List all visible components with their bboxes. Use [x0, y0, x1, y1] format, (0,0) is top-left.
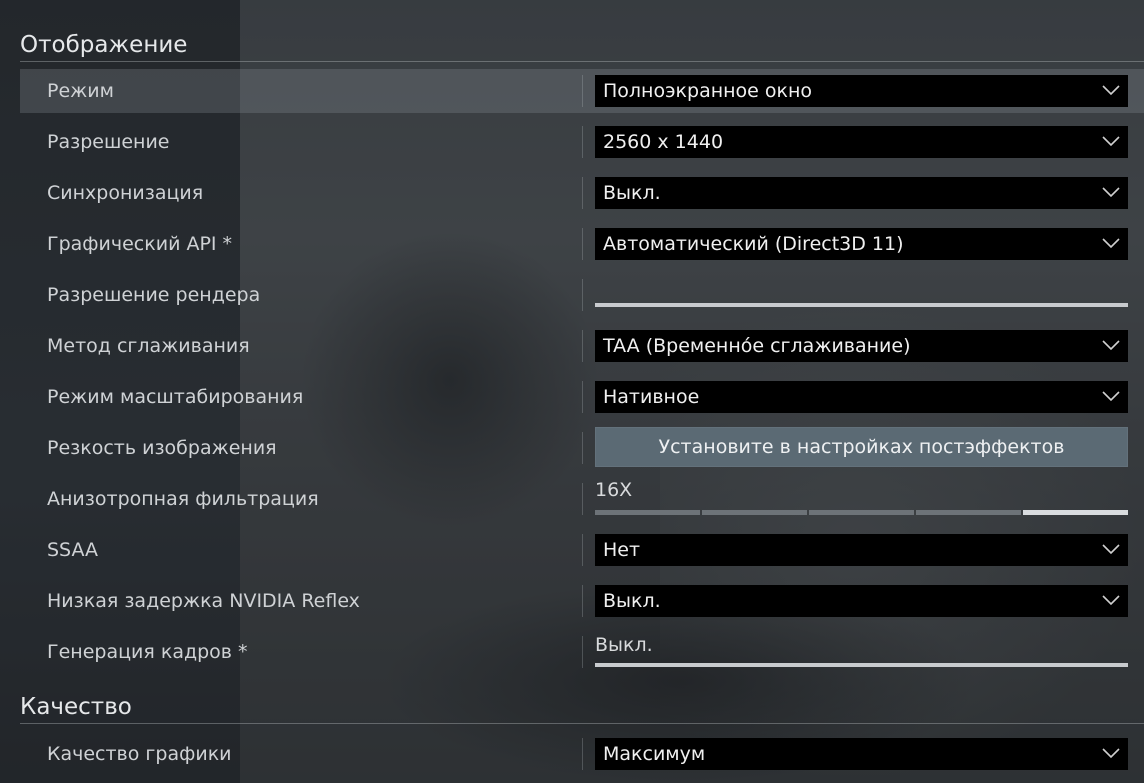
- setting-label-resolution: Разрешение: [47, 131, 170, 153]
- ssaa-dropdown[interactable]: Нет: [595, 534, 1128, 566]
- anisotropic-slider-step[interactable]: [809, 510, 914, 515]
- chevron-down-icon: [1102, 340, 1120, 351]
- setting-row-graphics-quality[interactable]: Качество графики Максимум: [20, 732, 1144, 776]
- column-divider: [582, 177, 583, 209]
- setting-label-antialiasing: Метод сглаживания: [47, 335, 250, 357]
- chevron-down-icon: [1102, 187, 1120, 198]
- section-title-display-text: Отображение: [20, 32, 188, 58]
- chevron-down-icon: [1102, 136, 1120, 147]
- setting-row-graphics-api[interactable]: Графический API * Автоматический (Direct…: [20, 222, 1144, 266]
- column-divider: [582, 126, 583, 158]
- setting-row-render-resolution[interactable]: Разрешение рендера: [20, 273, 1144, 317]
- render-resolution-slider[interactable]: [595, 303, 1128, 307]
- column-divider: [582, 381, 583, 413]
- resolution-dropdown-value: 2560 x 1440: [603, 131, 724, 153]
- column-divider: [582, 279, 583, 311]
- setting-row-frame-gen[interactable]: Генерация кадров * Выкл.: [20, 630, 1144, 674]
- scaling-mode-dropdown-value: Нативное: [603, 386, 700, 408]
- setting-row-reflex[interactable]: Низкая задержка NVIDIA Reflex Выкл.: [20, 579, 1144, 623]
- setting-row-resolution[interactable]: Разрешение 2560 x 1440: [20, 120, 1144, 164]
- mode-dropdown[interactable]: Полноэкранное окно: [595, 75, 1128, 107]
- setting-row-ssaa[interactable]: SSAA Нет: [20, 528, 1144, 572]
- setting-label-reflex: Низкая задержка NVIDIA Reflex: [47, 590, 360, 612]
- setting-row-vsync[interactable]: Синхронизация Выкл.: [20, 171, 1144, 215]
- chevron-down-icon: [1102, 238, 1120, 249]
- antialiasing-dropdown-value: TAA (Временнóе сглаживание): [603, 335, 911, 357]
- setting-row-scaling-mode[interactable]: Режим масштабирования Нативное: [20, 375, 1144, 419]
- column-divider: [582, 75, 583, 107]
- setting-label-scaling-mode: Режим масштабирования: [47, 386, 304, 408]
- graphics-api-dropdown-value: Автоматический (Direct3D 11): [603, 233, 904, 255]
- anisotropic-value: 16X: [595, 479, 633, 501]
- setting-row-sharpness[interactable]: Резкость изображения Установите в настро…: [20, 426, 1144, 470]
- reflex-dropdown[interactable]: Выкл.: [595, 585, 1128, 617]
- ssaa-dropdown-value: Нет: [603, 539, 641, 561]
- anisotropic-slider-step[interactable]: [595, 510, 700, 515]
- anisotropic-slider-step[interactable]: [916, 510, 1021, 515]
- setting-label-vsync: Синхронизация: [47, 182, 204, 204]
- column-divider: [582, 483, 583, 515]
- setting-label-mode: Режим: [47, 80, 114, 102]
- antialiasing-dropdown[interactable]: TAA (Временнóе сглаживание): [595, 330, 1128, 362]
- chevron-down-icon: [1102, 544, 1120, 555]
- mode-dropdown-value: Полноэкранное окно: [603, 80, 813, 102]
- setting-row-anisotropic[interactable]: Анизотропная фильтрация 16X: [20, 477, 1144, 521]
- column-divider: [582, 585, 583, 617]
- column-divider: [582, 534, 583, 566]
- vsync-dropdown-value: Выкл.: [603, 182, 661, 204]
- reflex-dropdown-value: Выкл.: [603, 590, 661, 612]
- chevron-down-icon: [1102, 391, 1120, 402]
- setting-row-mode[interactable]: Режим Полноэкранное окно: [20, 69, 1144, 113]
- resolution-dropdown[interactable]: 2560 x 1440: [595, 126, 1128, 158]
- postfx-settings-button[interactable]: Установите в настройках постэффектов: [595, 427, 1128, 467]
- setting-label-ssaa: SSAA: [47, 539, 98, 561]
- section-divider: [20, 61, 1144, 62]
- setting-label-frame-gen: Генерация кадров *: [47, 641, 248, 663]
- chevron-down-icon: [1102, 595, 1120, 606]
- column-divider: [582, 432, 583, 464]
- section-title-quality-text: Качество: [20, 694, 132, 720]
- anisotropic-slider-step[interactable]: [1023, 510, 1128, 515]
- section-title-quality: Качество: [20, 693, 1144, 724]
- graphics-api-dropdown[interactable]: Автоматический (Direct3D 11): [595, 228, 1128, 260]
- setting-label-sharpness: Резкость изображения: [47, 437, 277, 459]
- setting-label-render-resolution: Разрешение рендера: [47, 284, 261, 306]
- frame-gen-value: Выкл.: [595, 634, 653, 656]
- setting-label-graphics-quality: Качество графики: [47, 743, 232, 765]
- column-divider: [582, 330, 583, 362]
- column-divider: [582, 738, 583, 770]
- setting-row-antialiasing[interactable]: Метод сглаживания TAA (Временнóе сглажив…: [20, 324, 1144, 368]
- column-divider: [582, 636, 583, 668]
- scaling-mode-dropdown[interactable]: Нативное: [595, 381, 1128, 413]
- setting-label-graphics-api: Графический API *: [47, 233, 233, 255]
- section-divider: [20, 723, 1144, 724]
- setting-label-anisotropic: Анизотропная фильтрация: [47, 488, 319, 510]
- chevron-down-icon: [1102, 748, 1120, 759]
- vsync-dropdown[interactable]: Выкл.: [595, 177, 1128, 209]
- anisotropic-slider-step[interactable]: [702, 510, 807, 515]
- graphics-quality-dropdown[interactable]: Максимум: [595, 738, 1128, 770]
- anisotropic-slider[interactable]: [595, 510, 1128, 515]
- section-title-display: Отображение: [20, 31, 1144, 62]
- frame-gen-slider[interactable]: [595, 663, 1128, 667]
- graphics-quality-dropdown-value: Максимум: [603, 743, 706, 765]
- chevron-down-icon: [1102, 85, 1120, 96]
- column-divider: [582, 228, 583, 260]
